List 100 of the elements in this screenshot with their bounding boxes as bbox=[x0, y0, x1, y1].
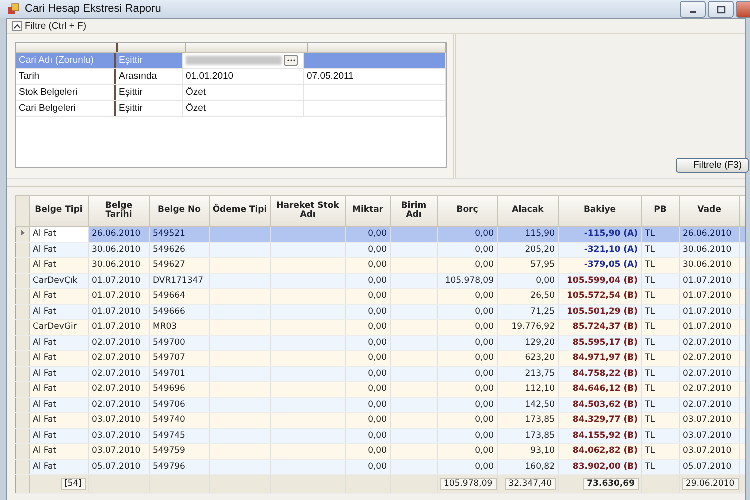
filter-button[interactable]: Filtrele (F3) bbox=[676, 158, 749, 173]
ellipsis-button[interactable] bbox=[284, 55, 298, 66]
column-header[interactable]: Alacak bbox=[498, 196, 558, 226]
table-cell: 02.07.2010 bbox=[92, 353, 141, 364]
table-cell: TL bbox=[645, 353, 655, 364]
table-cell: 84.503,62 (B) bbox=[572, 400, 638, 410]
table-cell: 205,20 bbox=[525, 244, 555, 255]
table-cell: 0,00 bbox=[475, 260, 494, 270]
table-cell: 30.06.2010 bbox=[92, 244, 141, 255]
table-cell: 0,00 bbox=[368, 384, 387, 394]
table-cell: 30.06.2010 bbox=[683, 260, 732, 270]
table-cell: 549696 bbox=[153, 384, 186, 394]
filter-row[interactable]: Tarih Arasında 01.01.2010 07.05.2011 bbox=[16, 69, 446, 85]
table-cell: Al Fat bbox=[33, 400, 57, 410]
column-header[interactable]: Ödeme Tipi bbox=[210, 196, 270, 226]
table-cell: 0,00 bbox=[475, 446, 494, 456]
table-cell: 549796 bbox=[153, 462, 186, 472]
table-cell: CarDevÇık bbox=[33, 276, 78, 286]
table-cell: 01.07.2010 bbox=[92, 306, 141, 317]
collapse-toggle[interactable] bbox=[12, 21, 22, 31]
table-cell: 160,82 bbox=[525, 462, 555, 472]
table-cell: 02.07.2010 bbox=[92, 400, 141, 410]
table-cell: 01.07.2010 bbox=[683, 322, 732, 332]
table-cell: 26.06.2010 bbox=[92, 229, 141, 240]
table-cell: 02.07.2010 bbox=[683, 338, 732, 348]
table-cell: 0,00 bbox=[368, 368, 387, 379]
table-cell: 02.07.2010 bbox=[92, 338, 141, 348]
column-header[interactable]: Miktar bbox=[346, 196, 390, 226]
column-header[interactable]: Hareket Stok Adı bbox=[270, 196, 346, 226]
table-cell: 93,10 bbox=[530, 446, 555, 456]
table-cell: 03.07.2010 bbox=[92, 430, 141, 441]
table-cell: Al Fat bbox=[33, 462, 57, 472]
table-cell: TL bbox=[645, 276, 655, 286]
table-cell: 105.501,29 (B) bbox=[567, 306, 638, 317]
table-cell: MR03 bbox=[153, 322, 178, 332]
table-cell: Al Fat bbox=[33, 415, 57, 426]
table-cell: 0,00 bbox=[475, 229, 494, 240]
table-cell: 26.06.2010 bbox=[683, 229, 732, 240]
table-cell: 03.07.2010 bbox=[92, 446, 141, 456]
table-cell: CarDevGir bbox=[33, 322, 77, 332]
table-cell: 84.329,77 (B) bbox=[572, 415, 638, 426]
table-cell: 0,00 bbox=[368, 291, 387, 302]
filter-field: Stok Belgeleri bbox=[16, 85, 116, 100]
table-cell: 0,00 bbox=[475, 462, 494, 472]
table-cell: 0,00 bbox=[475, 400, 494, 410]
total-value: 29.06.2010 bbox=[682, 478, 738, 490]
filter-operator: Arasında bbox=[116, 69, 183, 84]
table-cell: 83.902,00 (B) bbox=[572, 462, 638, 472]
table-cell: TL bbox=[645, 322, 655, 332]
total-value: 32.347,40 bbox=[504, 478, 556, 490]
table-cell: 0,00 bbox=[368, 415, 387, 426]
table-cell: 05.07.2010 bbox=[92, 462, 141, 472]
total-value: 105.978,09 bbox=[440, 478, 496, 490]
table-cell: Al Fat bbox=[33, 384, 57, 394]
table-cell: TL bbox=[645, 384, 655, 394]
table-cell: 549664 bbox=[153, 291, 186, 302]
table-cell: 0,00 bbox=[368, 338, 387, 348]
column-header[interactable]: Belge No bbox=[150, 196, 210, 226]
table-cell: 213,75 bbox=[525, 368, 555, 379]
table-cell: DVR171347 bbox=[153, 276, 204, 286]
table-cell: 19.776,92 bbox=[512, 322, 555, 332]
table-cell: 02.07.2010 bbox=[683, 368, 732, 379]
filter-row[interactable]: Cari Belgeleri Eşittir Özet bbox=[16, 101, 446, 117]
table-cell: 03.07.2010 bbox=[683, 446, 732, 456]
table-cell: 03.07.2010 bbox=[683, 430, 732, 441]
table-cell: 105.978,09 bbox=[445, 276, 494, 286]
row-count: [54] bbox=[60, 478, 86, 490]
table-cell: Al Fat bbox=[33, 291, 57, 302]
minimize-button[interactable] bbox=[680, 1, 706, 18]
column-header[interactable]: Bakiye bbox=[558, 196, 642, 226]
column-header[interactable]: PB bbox=[642, 196, 680, 226]
filter-field: Cari Belgeleri bbox=[16, 101, 116, 116]
filter-value: Özet bbox=[186, 103, 206, 114]
column-header[interactable]: Borç bbox=[438, 196, 498, 226]
maximize-button[interactable] bbox=[708, 1, 734, 18]
column-header[interactable]: Belge Tarihi bbox=[88, 196, 150, 226]
table-cell: 02.07.2010 bbox=[92, 368, 141, 379]
table-cell: 84.062,82 (B) bbox=[572, 446, 638, 456]
table-cell: 0,00 bbox=[475, 415, 494, 426]
column-header[interactable]: Belge Tipi bbox=[30, 196, 88, 226]
column-header[interactable]: Birim Adı bbox=[390, 196, 438, 226]
table-cell: 0,00 bbox=[475, 338, 494, 348]
filter-operator: Eşittir bbox=[116, 101, 183, 116]
table-cell: TL bbox=[645, 244, 655, 255]
table-cell: 85.595,17 (B) bbox=[572, 338, 638, 348]
table-cell: TL bbox=[645, 229, 655, 240]
window-title: Cari Hesap Ekstresi Raporu bbox=[25, 3, 162, 15]
table-cell: 84.155,92 (B) bbox=[572, 430, 638, 441]
table-cell: 0,00 bbox=[475, 244, 494, 255]
table-cell: 84.758,22 (B) bbox=[572, 368, 638, 379]
table-cell: Al Fat bbox=[33, 368, 57, 379]
table-cell: TL bbox=[645, 368, 655, 379]
table-cell: 549706 bbox=[153, 400, 186, 410]
table-cell: 01.07.2010 bbox=[683, 276, 732, 286]
column-header[interactable]: Vade bbox=[680, 196, 740, 226]
table-cell: TL bbox=[645, 446, 655, 456]
table-cell: TL bbox=[645, 306, 655, 317]
table-cell: 0,00 bbox=[368, 430, 387, 441]
table-cell: 57,95 bbox=[530, 260, 555, 270]
filter-row[interactable]: Stok Belgeleri Eşittir Özet bbox=[16, 85, 446, 101]
